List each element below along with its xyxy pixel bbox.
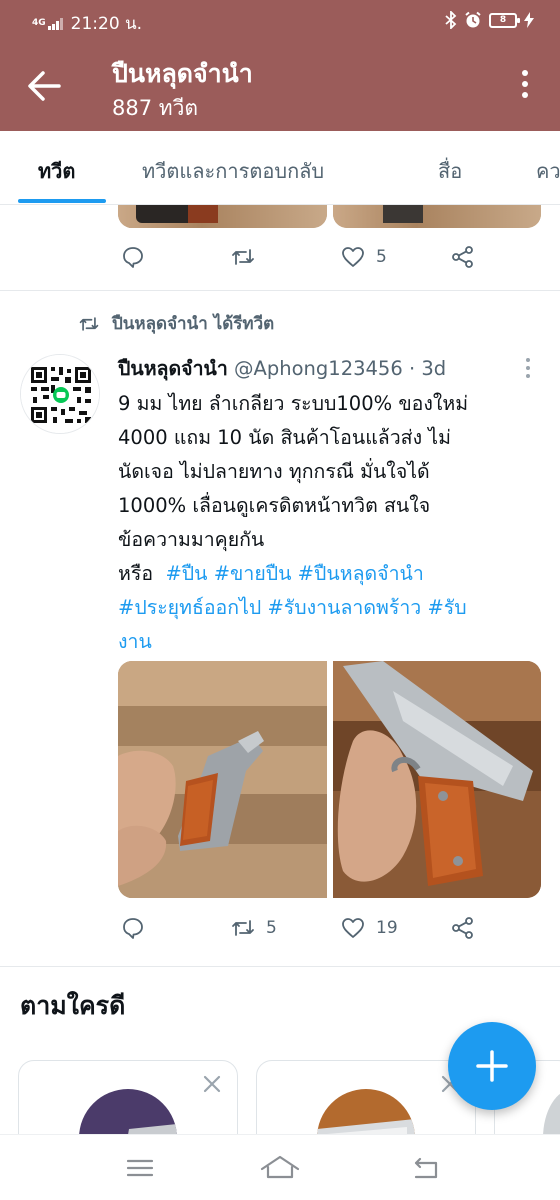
network-indicator: 4G	[32, 17, 63, 30]
tweet-count: 887 ทวีต	[112, 96, 199, 120]
tweet-line: นัดเจอ ไม่ปลายทาง ทุกกรณี มั่นใจได้	[118, 460, 430, 483]
reply-icon	[123, 247, 143, 268]
bluetooth-icon	[445, 11, 457, 29]
like-icon	[342, 247, 364, 267]
tweet-word: หรือ	[118, 562, 154, 585]
hashtag[interactable]: #ขายปืน	[214, 562, 292, 585]
clock: 21:20 น.	[70, 14, 143, 34]
gun-photo	[333, 661, 541, 898]
author-handle[interactable]: @Aphong123456	[234, 357, 403, 380]
who-to-follow-title: ตามใครดี	[20, 991, 126, 1020]
previous-tweet-image-2[interactable]	[333, 205, 541, 228]
tweet-text: 9 มม ไทย ลำเกลียว ระบบ100% ของใหม่ 4000 …	[118, 387, 550, 659]
back-icon[interactable]	[406, 1153, 446, 1183]
system-navigation-bar	[0, 1134, 560, 1200]
previous-tweet-actions: 5	[0, 244, 560, 274]
hashtag[interactable]: #ประยุทธ์ออกไป	[118, 596, 261, 619]
app-header: 4G 21:20 น. 8 ปืนหลุดจำนำ 887 ทวีต	[0, 0, 560, 131]
reply-button[interactable]	[120, 915, 146, 941]
tweet-line: ข้อความมาคุยกัน	[118, 528, 265, 551]
retweet-icon	[232, 920, 254, 936]
retweet-context[interactable]: ปืนหลุดจำนำ ได้รีทวีต	[78, 310, 274, 337]
like-button[interactable]: 5	[340, 244, 387, 270]
tweet-line: 4000 แถม 10 นัด สินค้าโอนแล้วส่ง ไม่	[118, 426, 451, 449]
previous-tweet-image-1[interactable]	[118, 205, 327, 228]
tab-likes[interactable]: คว	[536, 155, 560, 187]
compose-plus-icon	[476, 1050, 508, 1082]
status-bar: 4G 21:20 น. 8	[0, 0, 560, 44]
hashtag[interactable]: #รับงานลาดพร้าว	[267, 596, 421, 619]
reply-icon	[123, 918, 143, 939]
tweet-line: 9 มม ไทย ลำเกลียว ระบบ100% ของใหม่	[118, 392, 469, 415]
qr-code-avatar	[21, 355, 99, 433]
share-button[interactable]	[450, 244, 476, 270]
divider	[0, 290, 560, 291]
charging-icon	[524, 12, 534, 28]
hashtag[interactable]: #ปืน	[165, 562, 207, 585]
tweet-image-1[interactable]	[118, 661, 327, 898]
tweet-image-2[interactable]	[333, 661, 541, 898]
share-button[interactable]	[450, 915, 476, 941]
retweet-count: 5	[266, 918, 277, 938]
menu-icon[interactable]	[120, 1153, 160, 1183]
tweet-actions: 5 19	[0, 915, 560, 945]
hashtag[interactable]: #ปืนหลุดจำนำ	[298, 562, 424, 585]
hashtag[interactable]: #รับ	[427, 596, 466, 619]
signal-icon	[47, 17, 63, 30]
like-count: 5	[376, 247, 387, 267]
like-button[interactable]: 19	[340, 915, 398, 941]
home-icon[interactable]	[260, 1153, 300, 1183]
tweet-header: ปืนหลุดจำนำ @Aphong123456 · 3d	[118, 353, 446, 384]
battery-icon: 8	[489, 12, 520, 28]
tab-tweets-and-replies[interactable]: ทวีตและการตอบกลับ	[142, 155, 324, 187]
share-icon	[452, 917, 473, 939]
tab-tweets[interactable]: ทวีต	[38, 155, 75, 187]
alarm-icon	[465, 11, 481, 28]
more-vertical-icon[interactable]	[520, 70, 530, 104]
tweet-more-icon[interactable]	[526, 358, 532, 382]
profile-tabs: ทวีต ทวีตและการตอบกลับ สื่อ คว	[0, 131, 560, 205]
retweet-button[interactable]	[230, 244, 256, 270]
author-name[interactable]: ปืนหลุดจำนำ	[118, 357, 228, 380]
like-icon	[342, 918, 364, 938]
tab-indicator	[18, 199, 106, 203]
profile-title: ปืนหลุดจำนำ	[112, 59, 253, 88]
like-count: 19	[376, 918, 398, 938]
tab-media[interactable]: สื่อ	[438, 155, 462, 187]
network-type: 4G	[32, 18, 46, 28]
hashtag-continuation[interactable]: งาน	[118, 630, 152, 653]
close-icon[interactable]	[201, 1073, 223, 1095]
divider	[0, 966, 560, 967]
retweet-icon	[79, 316, 99, 331]
retweet-icon	[232, 249, 254, 265]
gun-photo	[118, 661, 327, 898]
avatar[interactable]	[20, 354, 100, 434]
back-arrow-icon[interactable]	[26, 66, 62, 106]
reply-button[interactable]	[120, 244, 146, 270]
retweet-context-label: ปืนหลุดจำนำ ได้รีทวีต	[112, 314, 275, 334]
separator: ·	[408, 357, 416, 380]
tweet-line: 1000% เลื่อนดูเครดิตหน้าทวิต สนใจ	[118, 494, 431, 517]
share-icon	[452, 246, 473, 268]
compose-tweet-button[interactable]	[448, 1022, 536, 1110]
tweet-age: 3d	[421, 357, 447, 380]
retweet-button[interactable]: 5	[230, 915, 277, 941]
